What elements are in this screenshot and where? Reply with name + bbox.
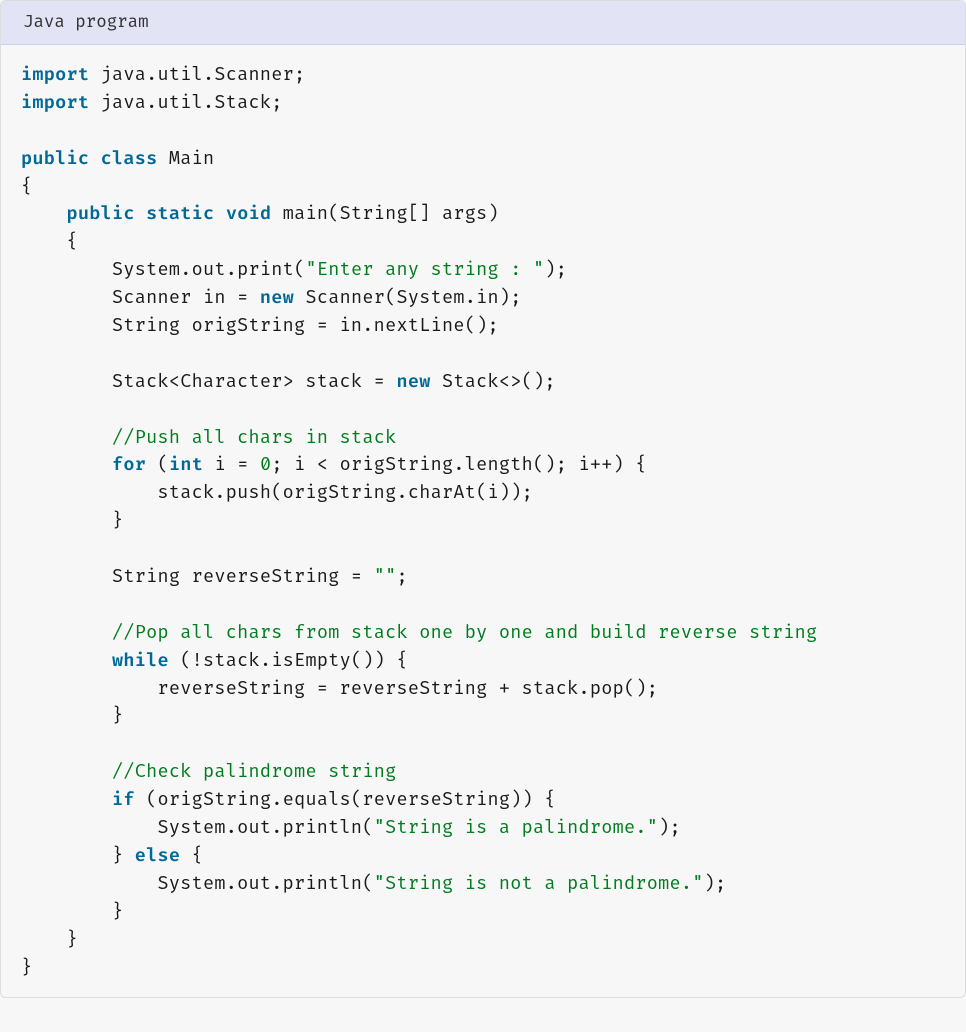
code-block-header: Java program — [1, 1, 965, 45]
code-block-title: Java program — [23, 12, 149, 33]
code-line: { — [21, 173, 945, 201]
code-token-com: //Check palindrome string — [112, 760, 396, 783]
code-token-kw: if — [112, 788, 135, 811]
code-token-com: //Push all chars in stack — [112, 426, 396, 449]
code-line: Stack<Character> stack = new Stack<>(); — [21, 368, 945, 396]
code-line — [21, 535, 945, 563]
code-line: System.out.println("String is a palindro… — [21, 814, 945, 842]
code-line: String origString = in.nextLine(); — [21, 312, 945, 340]
code-token-kw: else — [135, 844, 181, 867]
code-line: System.out.print("Enter any string : "); — [21, 256, 945, 284]
code-line: stack.push(origString.charAt(i)); — [21, 479, 945, 507]
code-line: import java.util.Scanner; — [21, 61, 945, 89]
code-token-num: 0 — [260, 453, 271, 476]
code-line: for (int i = 0; i < origString.length();… — [21, 451, 945, 479]
code-line — [21, 396, 945, 424]
code-token-kw: import — [21, 63, 89, 86]
code-token-kw: new — [260, 286, 294, 309]
code-line: String reverseString = ""; — [21, 563, 945, 591]
code-line — [21, 117, 945, 145]
code-token-kw: public — [21, 147, 89, 170]
code-token-kw: public — [67, 202, 135, 225]
code-line: //Push all chars in stack — [21, 424, 945, 452]
code-token-str: "String is not a palindrome." — [374, 872, 704, 895]
code-line — [21, 340, 945, 368]
code-line: } — [21, 702, 945, 730]
code-line: public static void main(String[] args) — [21, 200, 945, 228]
code-line: //Pop all chars from stack one by one an… — [21, 619, 945, 647]
code-token-kw: new — [396, 370, 430, 393]
code-token-kw: void — [226, 202, 272, 225]
code-line: import java.util.Stack; — [21, 89, 945, 117]
code-line: public class Main — [21, 145, 945, 173]
code-line — [21, 730, 945, 758]
code-token-kw: static — [146, 202, 214, 225]
code-block: Java program import java.util.Scanner;im… — [0, 0, 966, 998]
code-token-kw: for — [112, 453, 146, 476]
code-token-str: "" — [374, 565, 397, 588]
code-line: } — [21, 954, 945, 982]
code-line: Scanner in = new Scanner(System.in); — [21, 284, 945, 312]
code-line: while (!stack.isEmpty()) { — [21, 647, 945, 675]
code-body: import java.util.Scanner;import java.uti… — [1, 45, 965, 997]
code-token-kw: while — [112, 649, 169, 672]
code-line — [21, 591, 945, 619]
code-token-kw: class — [101, 147, 158, 170]
code-token-kw: int — [169, 453, 203, 476]
code-token-com: //Pop all chars from stack one by one an… — [112, 621, 817, 644]
code-token-str: "String is a palindrome." — [374, 816, 658, 839]
code-line: } — [21, 898, 945, 926]
code-line: System.out.println("String is not a pali… — [21, 870, 945, 898]
code-token-str: "Enter any string : " — [305, 258, 544, 281]
code-line: reverseString = reverseString + stack.po… — [21, 675, 945, 703]
code-line: { — [21, 228, 945, 256]
code-line: if (origString.equals(reverseString)) { — [21, 786, 945, 814]
code-line: } — [21, 926, 945, 954]
code-token-kw: import — [21, 91, 89, 114]
code-line: } — [21, 507, 945, 535]
code-line: } else { — [21, 842, 945, 870]
code-line: //Check palindrome string — [21, 758, 945, 786]
